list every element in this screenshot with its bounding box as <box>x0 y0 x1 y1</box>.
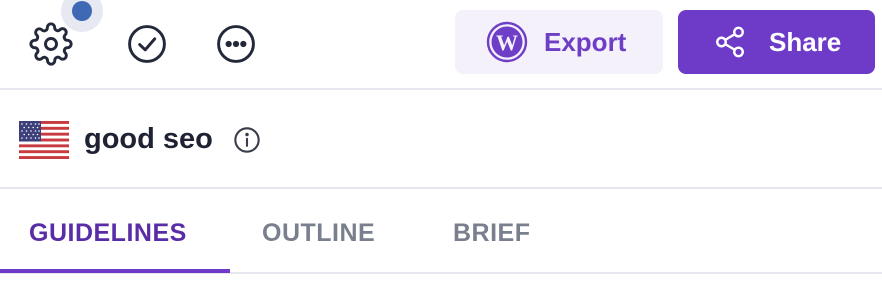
active-tab-indicator <box>0 269 230 273</box>
svg-text:W: W <box>496 30 518 55</box>
tab-outline[interactable]: OUTLINE <box>262 219 375 248</box>
export-label: Export <box>544 26 627 57</box>
us-flag-icon <box>0 120 69 159</box>
toolbar: W Export Share <box>0 0 882 90</box>
export-button[interactable]: W Export <box>455 10 663 74</box>
info-icon[interactable] <box>233 126 261 154</box>
notification-dot <box>72 1 92 21</box>
more-horizontal-icon[interactable] <box>212 20 260 68</box>
tab-brief[interactable]: BRIEF <box>453 219 531 248</box>
share-button[interactable]: Share <box>678 10 875 74</box>
keyword-row: good seo <box>0 92 882 189</box>
share-icon <box>713 24 747 60</box>
keyword-title: good seo <box>84 123 213 155</box>
editor-panel: W Export Share good seo GUIDELINES OUTLI… <box>0 0 882 292</box>
tab-bar: GUIDELINES OUTLINE BRIEF <box>0 189 882 274</box>
tab-guidelines[interactable]: GUIDELINES <box>29 219 187 248</box>
wordpress-icon: W <box>486 21 528 63</box>
share-label: Share <box>769 26 842 57</box>
check-circle-icon[interactable] <box>123 20 171 68</box>
